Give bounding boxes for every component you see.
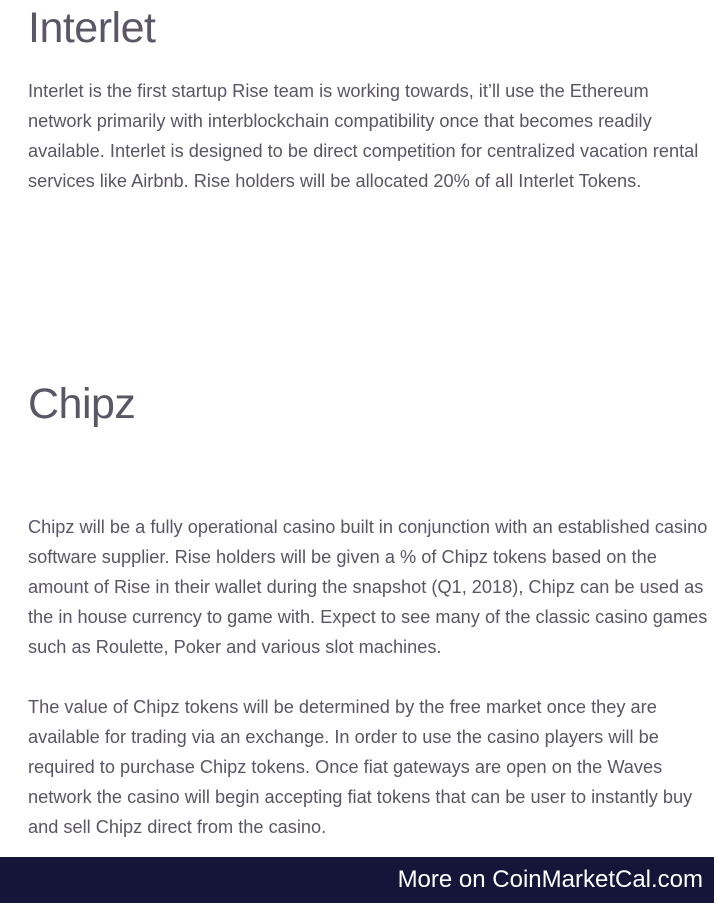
section-title-interlet: Interlet [28,4,156,52]
section-paragraph-chipz-1: Chipz will be a fully operational casino… [28,517,708,657]
more-on-coinmarketcal-link[interactable]: More on CoinMarketCal.com [398,857,703,903]
section-paragraph-interlet: Interlet is the first startup Rise team … [28,81,699,191]
section-paragraph-chipz-2: The value of Chipz tokens will be determ… [28,697,693,837]
footer-bar: More on CoinMarketCal.com [0,857,714,903]
section-title-chipz: Chipz [28,380,136,428]
